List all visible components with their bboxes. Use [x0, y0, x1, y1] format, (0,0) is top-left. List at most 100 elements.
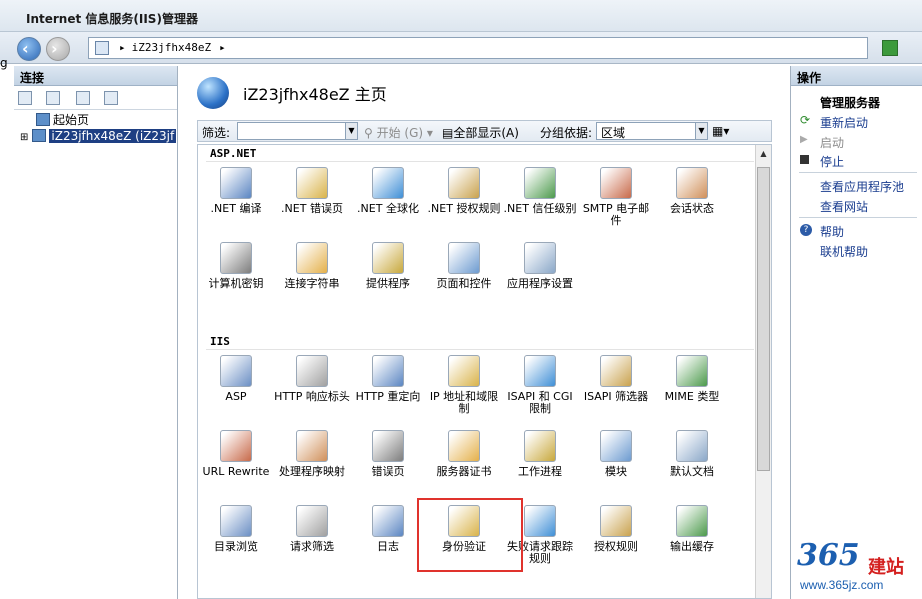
- feature-item[interactable]: 工作进程: [502, 430, 578, 478]
- save-icon[interactable]: [46, 91, 60, 105]
- feature-item[interactable]: 错误页: [350, 430, 426, 478]
- feature-icon: [600, 505, 632, 537]
- feature-label: 模块: [605, 465, 627, 478]
- feature-item[interactable]: 目录浏览: [198, 505, 274, 553]
- vertical-scrollbar[interactable]: ▲: [755, 145, 771, 598]
- feature-item[interactable]: 连接字符串: [274, 242, 350, 290]
- feature-item[interactable]: 会话状态: [654, 167, 730, 215]
- highlight-box: [417, 498, 523, 572]
- stop-link[interactable]: 停止: [820, 153, 844, 170]
- connect-icon[interactable]: [18, 91, 32, 105]
- feature-item[interactable]: ASP: [198, 355, 274, 403]
- feature-item[interactable]: ISAPI 筛选器: [578, 355, 654, 403]
- section-aspnet: ASP.NET: [210, 147, 257, 160]
- feature-item[interactable]: IP 地址和域限制: [426, 355, 502, 415]
- feature-label: .NET 授权规则: [427, 202, 501, 215]
- feature-item[interactable]: MIME 类型: [654, 355, 730, 403]
- feature-item[interactable]: URL Rewrite: [198, 430, 274, 478]
- section-divider: [206, 161, 754, 162]
- connections-header: 连接: [14, 66, 177, 86]
- feature-item[interactable]: 页面和控件: [426, 242, 502, 290]
- start-link: 启动: [820, 136, 845, 150]
- feature-item[interactable]: 计算机密钥: [198, 242, 274, 290]
- feature-icon: [600, 430, 632, 462]
- feature-icon: [448, 242, 480, 274]
- actions-divider: [799, 172, 917, 173]
- address-bar[interactable]: ▸ iZ23jfhx48eZ ▸: [88, 37, 868, 59]
- view-sites-link[interactable]: 查看网站: [820, 198, 868, 215]
- view-app-pools-link[interactable]: 查看应用程序池: [820, 178, 904, 195]
- feature-label: IP 地址和域限制: [429, 390, 499, 415]
- scroll-thumb[interactable]: [757, 167, 770, 471]
- view-mode-icon[interactable]: ▦▾: [712, 124, 729, 138]
- feature-icon: [296, 505, 328, 537]
- feature-label: ASP: [225, 390, 247, 403]
- feature-icon: [372, 505, 404, 537]
- navigation-bar: ‹ › ▸ iZ23jfhx48eZ ▸: [0, 32, 922, 64]
- show-all-button[interactable]: ▤全部显示(A): [442, 124, 519, 141]
- watermark-brand: 建站: [868, 557, 904, 578]
- feature-item[interactable]: .NET 信任级别: [502, 167, 578, 215]
- feature-item[interactable]: 应用程序设置: [502, 242, 578, 290]
- scroll-up-icon[interactable]: ▲: [757, 146, 770, 162]
- restart-icon: ⟳: [800, 113, 811, 127]
- tree-item-start-page[interactable]: 起始页: [36, 112, 89, 128]
- tree-item-server[interactable]: ⊞ iZ23jfhx48eZ (iZ23jf: [20, 128, 177, 144]
- feature-item[interactable]: 输出缓存: [654, 505, 730, 553]
- feature-item[interactable]: ISAPI 和 CGI 限制: [502, 355, 578, 415]
- feature-label: 请求筛选: [290, 540, 334, 553]
- feature-item[interactable]: HTTP 重定向: [350, 355, 426, 403]
- feature-item[interactable]: 服务器证书: [426, 430, 502, 478]
- stop-icon: [800, 155, 809, 164]
- feature-item[interactable]: 提供程序: [350, 242, 426, 290]
- feature-label: 输出缓存: [670, 540, 714, 553]
- restart-link[interactable]: 重新启动: [820, 114, 868, 131]
- chevron-down-icon: ▼: [345, 123, 357, 139]
- feature-item[interactable]: .NET 编译: [198, 167, 274, 215]
- filter-label: 筛选:: [202, 126, 231, 140]
- address-text: ▸ iZ23jfhx48eZ ▸: [119, 41, 226, 54]
- connections-panel: 连接 起始页 ⊞ iZ23jfhx48eZ (iZ23jf: [14, 66, 178, 599]
- feature-icon: [676, 167, 708, 199]
- connections-toolbar: [14, 86, 177, 110]
- feature-item[interactable]: 授权规则: [578, 505, 654, 553]
- online-help-link[interactable]: 联机帮助: [820, 243, 868, 260]
- feature-label: .NET 错误页: [281, 202, 343, 215]
- back-button[interactable]: ‹: [17, 37, 41, 61]
- feature-label: 处理程序映射: [279, 465, 345, 478]
- feature-item[interactable]: .NET 授权规则: [426, 167, 502, 215]
- refresh-icon[interactable]: [882, 40, 898, 56]
- forward-button[interactable]: ›: [46, 37, 70, 61]
- feature-item[interactable]: .NET 错误页: [274, 167, 350, 215]
- page-icon: [95, 41, 109, 55]
- feature-icon: [220, 430, 252, 462]
- feature-label: 默认文档: [670, 465, 714, 478]
- feature-label: 会话状态: [670, 202, 714, 215]
- disconnect-icon[interactable]: [104, 91, 118, 105]
- feature-icon: [372, 355, 404, 387]
- feature-icon: [372, 242, 404, 274]
- feature-icon: [372, 430, 404, 462]
- feature-label: 工作进程: [518, 465, 562, 478]
- up-icon[interactable]: [76, 91, 90, 105]
- feature-item[interactable]: 日志: [350, 505, 426, 553]
- feature-item[interactable]: 默认文档: [654, 430, 730, 478]
- feature-icon: [600, 355, 632, 387]
- feature-icon: [600, 167, 632, 199]
- feature-item[interactable]: 处理程序映射: [274, 430, 350, 478]
- window-title: Internet 信息服务(IIS)管理器: [26, 12, 198, 26]
- start-filter-button[interactable]: ⚲ 开始 (G) ▾: [364, 124, 433, 141]
- feature-item[interactable]: 模块: [578, 430, 654, 478]
- feature-icon: [296, 430, 328, 462]
- feature-item[interactable]: .NET 全球化: [350, 167, 426, 215]
- group-by-select[interactable]: 区域 ▼: [596, 122, 708, 140]
- filter-toolbar: 筛选: ▼ ⚲ 开始 (G) ▾ ▤全部显示(A) 分组依据: 区域 ▼ ▦▾: [197, 120, 772, 142]
- filter-input[interactable]: ▼: [237, 122, 358, 140]
- feature-icon: [448, 430, 480, 462]
- feature-icon: [524, 242, 556, 274]
- feature-label: ISAPI 和 CGI 限制: [507, 390, 573, 415]
- feature-item[interactable]: SMTP 电子邮件: [578, 167, 654, 227]
- help-link[interactable]: 帮助: [820, 223, 844, 240]
- feature-item[interactable]: HTTP 响应标头: [274, 355, 350, 403]
- feature-item[interactable]: 请求筛选: [274, 505, 350, 553]
